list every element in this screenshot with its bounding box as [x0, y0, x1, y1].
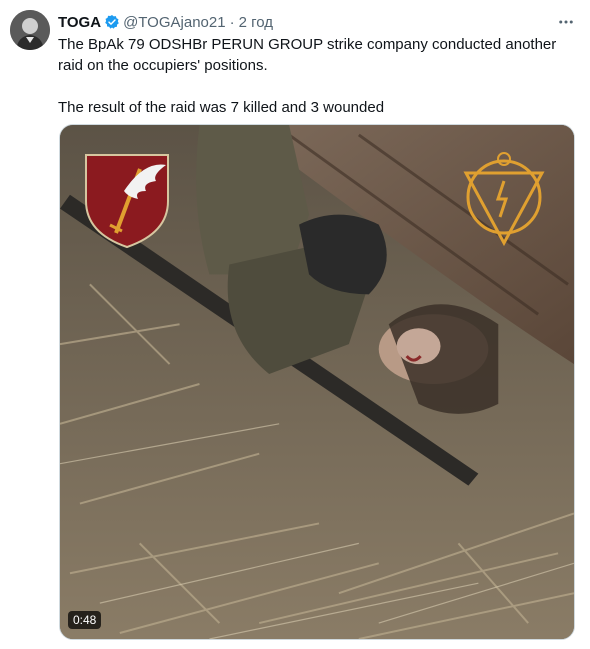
separator-dot: ·: [229, 13, 235, 31]
post-time[interactable]: 2 год: [239, 14, 273, 31]
perun-group-emblem-icon: [463, 152, 545, 247]
tweet-paragraph: The result of the raid was 7 killed and …: [58, 99, 385, 116]
tweet-header: TOGA @TOGAjano21 · 2 год: [58, 12, 576, 32]
tweet[interactable]: TOGA @TOGAjano21 · 2 год The BpAk 79 ODS…: [0, 0, 590, 649]
video-player[interactable]: 0:48: [59, 124, 575, 640]
author-handle[interactable]: @TOGAjano21: [123, 14, 226, 31]
avatar[interactable]: [10, 10, 50, 50]
more-options-icon[interactable]: [556, 12, 576, 32]
author-name[interactable]: TOGA: [58, 14, 101, 31]
brigade-emblem-icon: [85, 154, 169, 249]
video-duration: 0:48: [68, 611, 102, 629]
tweet-paragraph: The BpAk 79 ODSHBr PERUN GROUP strike co…: [58, 36, 557, 74]
tweet-text: The BpAk 79 ODSHBr PERUN GROUP strike co…: [58, 34, 578, 118]
verified-badge-icon: [104, 14, 120, 30]
